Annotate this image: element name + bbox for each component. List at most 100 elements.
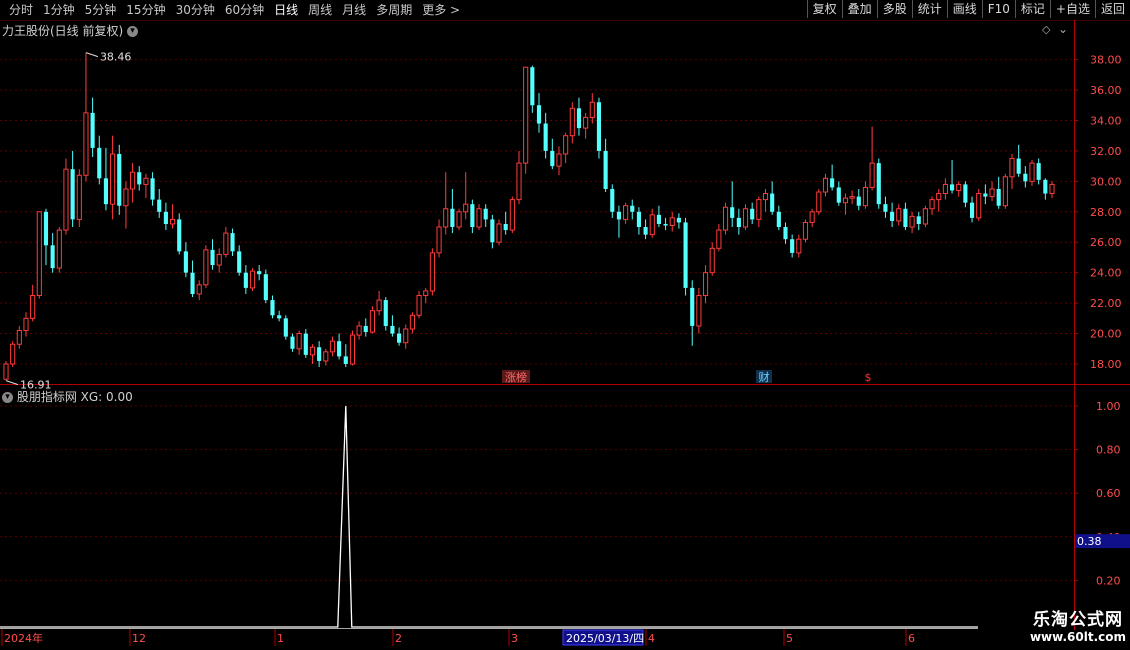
chevron-down-icon[interactable]: ⌄: [1058, 22, 1068, 36]
candle-body: [110, 153, 116, 205]
candle-body: [516, 162, 522, 201]
candle-body: [756, 199, 762, 220]
candle-body: [903, 208, 908, 228]
candle-body: [683, 222, 688, 288]
x-tick-label-5: 4: [648, 632, 655, 645]
candle-body: [83, 112, 89, 176]
candle-body: [776, 211, 781, 228]
chevron-down-icon[interactable]: ▾: [127, 26, 139, 37]
candle-body: [1049, 183, 1055, 195]
candle-body: [849, 196, 855, 199]
candle-body: [343, 356, 348, 364]
candle-body: [690, 287, 695, 326]
candle-body: [736, 217, 741, 228]
candle-body: [397, 333, 402, 343]
candle-body: [409, 314, 415, 330]
max-marker-label: 38.46: [100, 51, 131, 64]
candle-body: [496, 223, 502, 243]
xg-indicator-line: [0, 405, 978, 628]
candle-body: [103, 178, 109, 205]
candle-body: [976, 193, 982, 219]
candle-body: [1043, 179, 1048, 194]
candle-body: [623, 205, 629, 220]
candle-body: [63, 168, 69, 231]
candle-body: [356, 325, 362, 336]
candle-body: [296, 333, 302, 350]
indicator-y-tick-label: 0.60: [1096, 487, 1121, 500]
candle-body: [676, 217, 681, 223]
y-tick-label: 20.00: [1090, 328, 1122, 341]
diamond-icon[interactable]: ◇: [1042, 23, 1050, 36]
candle-body: [210, 249, 215, 266]
x-tick-label-4: 3: [511, 632, 518, 645]
candle-body: [337, 341, 342, 357]
stock-chart-canvas[interactable]: 38.00 36.00 34.00 32.00 30.00 28.00 26.00 24.00…: [0, 0, 1130, 650]
candle-body: [790, 239, 795, 253]
candle-body: [796, 238, 802, 254]
candle-body: [569, 107, 575, 137]
crosshair-date-label: 2025/03/13/四: [566, 632, 644, 645]
candle-body: [3, 363, 9, 380]
candle-body: [576, 108, 582, 129]
candle-body: [70, 169, 75, 220]
candle-body: [503, 223, 508, 231]
y-tick-label: 28.00: [1090, 206, 1122, 219]
candle-body: [842, 197, 849, 204]
candle-body: [390, 325, 395, 334]
candle-body: [750, 208, 755, 220]
candle-body: [583, 116, 589, 129]
y-tick-label: 18.00: [1090, 358, 1122, 371]
candle-body: [123, 188, 129, 207]
candle-body: [163, 211, 168, 224]
candle-body: [450, 208, 455, 228]
y-tick-label: 36.00: [1090, 84, 1122, 97]
candle-body: [963, 184, 968, 203]
candle-body: [730, 207, 735, 218]
candle-body: [669, 217, 675, 226]
candle-body: [117, 153, 122, 206]
y-tick-label: 34.00: [1090, 114, 1122, 127]
chevron-down-icon[interactable]: ▾: [2, 392, 13, 403]
candle-body: [97, 147, 102, 179]
candle-body: [543, 123, 548, 151]
candle-body: [56, 229, 62, 269]
candle-body: [890, 211, 895, 221]
candle-body: [663, 223, 668, 226]
candle-body: [283, 318, 288, 337]
candle-body: [616, 211, 622, 220]
candle-body: [257, 271, 262, 275]
candle-body: [816, 191, 822, 213]
event-marker-2: $: [865, 371, 872, 384]
candle-body: [349, 334, 356, 365]
candle-body: [376, 299, 382, 312]
event-marker-1: 财: [759, 370, 770, 384]
candle-body: [916, 216, 921, 224]
candle-body: [922, 208, 928, 225]
indicator-y-tick-label: 1.00: [1096, 400, 1121, 413]
candle-body: [509, 199, 515, 231]
x-tick-label-6: 5: [786, 632, 793, 645]
candle-body: [263, 274, 268, 301]
candle-body: [249, 270, 256, 289]
candle-body: [436, 226, 442, 254]
candle-body: [303, 333, 308, 355]
candle-body: [76, 174, 82, 220]
candle-body: [10, 343, 16, 365]
candle-body: [416, 295, 422, 316]
candle-body: [1023, 173, 1028, 182]
candle-body: [783, 227, 788, 240]
candle-body: [656, 214, 661, 224]
y-tick-label: 22.00: [1090, 297, 1122, 310]
x-tick-label-7: 6: [908, 632, 915, 645]
candle-body: [177, 219, 182, 252]
candle-body: [243, 272, 248, 288]
candle-body: [143, 177, 149, 185]
candle-body: [463, 203, 469, 213]
candle-body: [929, 199, 935, 210]
watermark: 乐淘公式网 www.60lt.com: [1030, 605, 1126, 644]
candle-body: [443, 208, 449, 228]
candle-body: [429, 252, 435, 292]
x-tick-label-3: 2: [395, 632, 402, 645]
candle-body: [603, 150, 608, 189]
candle-body: [649, 214, 655, 236]
